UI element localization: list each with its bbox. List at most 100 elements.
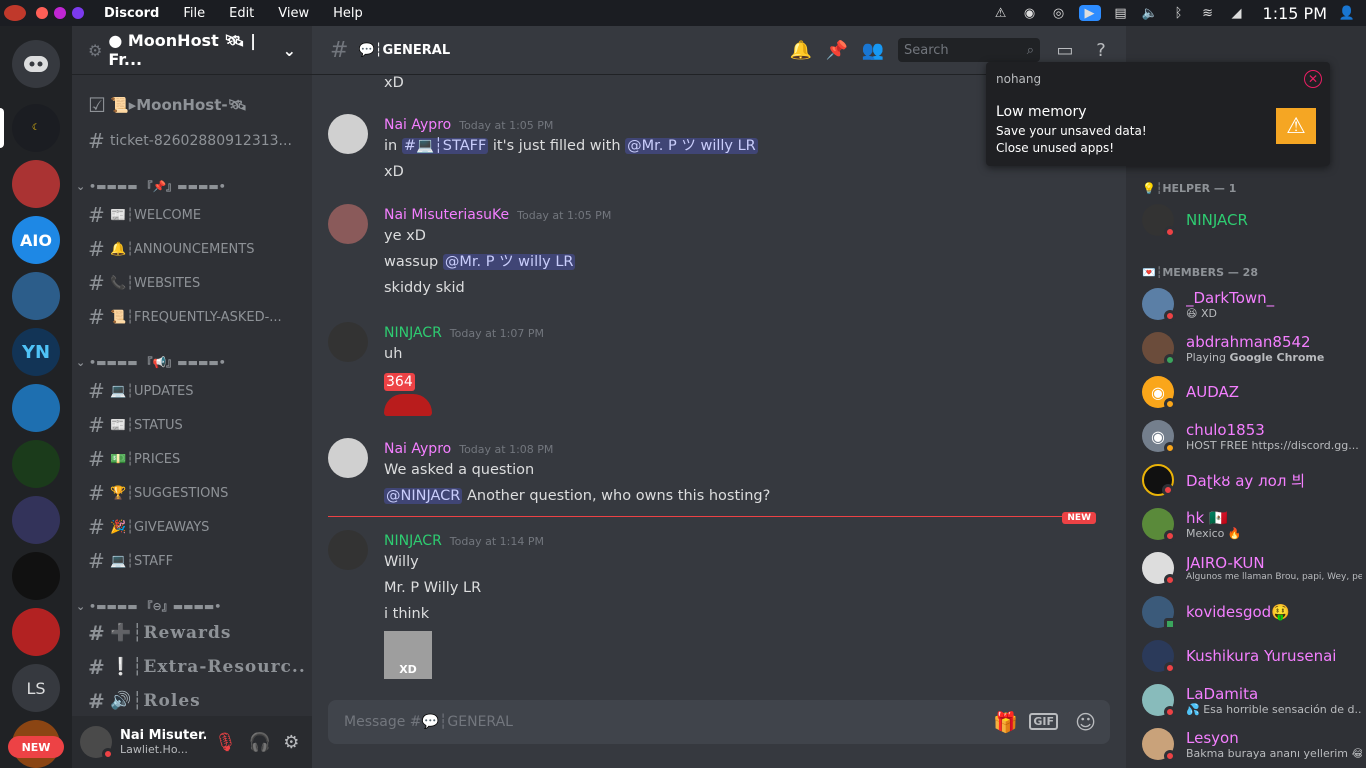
system-logo-icon[interactable] xyxy=(4,5,26,21)
member-item[interactable]: LaDamita 💦 Esa horrible sensación de d... xyxy=(1142,679,1362,721)
member-item[interactable]: ◉ chulo1853 HOST FREE https://discord.gg.… xyxy=(1142,415,1362,457)
channel-prices[interactable]: # 💵┆PRICES xyxy=(88,444,304,474)
member-item[interactable]: Daʈkȣ ay лол 븨 xyxy=(1142,459,1362,501)
channel-extra-resources[interactable]: # ❕┆Extra-Resourc... xyxy=(88,652,304,682)
xd-sticker-image[interactable]: XD xyxy=(384,631,432,679)
channel-updates[interactable]: # 💻┆UPDATES xyxy=(88,376,304,406)
message-timestamp: Today at 1:05 PM xyxy=(459,119,554,132)
channel-mention[interactable]: #💻┆STAFF xyxy=(401,138,489,154)
menu-file[interactable]: File xyxy=(183,6,205,21)
category-news[interactable]: ⌄ •▬▬▬▬ 『📢』▬▬▬▬• xyxy=(76,354,226,370)
bluetooth-icon[interactable]: ᛒ xyxy=(1170,5,1188,21)
channel-welcome[interactable]: # 📰┆WELCOME xyxy=(88,200,304,230)
message-author[interactable]: NINJACR xyxy=(384,325,442,341)
server-aio[interactable]: AIO xyxy=(12,216,60,264)
member-item[interactable]: NINJACR xyxy=(1142,199,1362,241)
server-yn[interactable]: YN xyxy=(12,328,60,376)
server-9[interactable] xyxy=(12,552,60,600)
avatar[interactable] xyxy=(328,204,368,244)
menu-app-name[interactable]: Discord xyxy=(104,6,159,21)
channel-ticket[interactable]: # ticket-82602880912313... xyxy=(88,126,304,156)
channel-rewards[interactable]: # ➕┆Rewards xyxy=(88,618,304,648)
member-item[interactable]: _DarkTown_ 😆 XD xyxy=(1142,283,1362,325)
headphones-icon[interactable]: 🎧 xyxy=(249,732,271,753)
member-item[interactable]: Lesyon Bakma buraya ananı yellerim 😂 xyxy=(1142,723,1362,765)
server-2[interactable] xyxy=(12,160,60,208)
guild-header[interactable]: ⚙ ● MoonHost 🛰 | Fr... ⌄ xyxy=(72,26,312,74)
channel-faq[interactable]: # 📜┆FREQUENTLY-ASKED-... xyxy=(88,302,304,332)
user-mention[interactable]: @Mr. P ツ willy LR xyxy=(442,254,576,270)
channel-giveaways[interactable]: # 🎉┆GIVEAWAYS xyxy=(88,512,304,542)
member-item[interactable]: hk 🇲🇽 Mexico 🔥 xyxy=(1142,503,1362,545)
channel-moonhost[interactable]: ☑ 📜▸MoonHost-🛰 xyxy=(88,90,304,120)
red-emoji-image[interactable] xyxy=(384,394,432,416)
inbox-icon[interactable]: ▭ xyxy=(1054,39,1076,61)
pin-icon[interactable]: 📌 xyxy=(826,39,848,61)
avatar[interactable] xyxy=(328,322,368,362)
mute-mic-icon[interactable]: 🎙 xyxy=(214,732,237,753)
channel-status[interactable]: # 📰┆STATUS xyxy=(88,410,304,440)
notification-bell-icon[interactable]: 🔔 xyxy=(790,39,812,61)
emoji-364[interactable]: 364 xyxy=(384,373,415,391)
member-item[interactable]: JAIRO-KUN Algunos me llaman Brou, papi, W… xyxy=(1142,547,1362,589)
window-maximize-dot[interactable] xyxy=(72,7,84,19)
member-item[interactable]: abdrahman8542 Playing Google Chrome xyxy=(1142,327,1362,369)
guild-gear-icon: ⚙ xyxy=(88,40,103,60)
gift-icon[interactable]: 🎁 xyxy=(993,710,1018,734)
channel-staff[interactable]: # 💻┆STAFF xyxy=(88,546,304,576)
search-input[interactable]: Search ⌕ xyxy=(898,38,1040,62)
gif-icon[interactable]: GIF xyxy=(1029,713,1058,730)
window-close-dot[interactable] xyxy=(36,7,48,19)
alert-icon[interactable]: ⚠ xyxy=(992,5,1010,21)
user-account-icon[interactable]: 👤 xyxy=(1338,5,1356,21)
category-pinned[interactable]: ⌄ •▬▬▬▬ 『📌』▬▬▬▬• xyxy=(76,178,226,194)
server-ls[interactable]: LS xyxy=(12,664,60,712)
clipboard-icon[interactable]: ▤ xyxy=(1112,5,1130,21)
user-settings-gear-icon[interactable]: ⚙ xyxy=(283,732,299,753)
user-mention[interactable]: @NINJACR xyxy=(384,488,463,504)
server-7[interactable] xyxy=(12,440,60,488)
discord-tray-icon[interactable]: ◉ xyxy=(1021,5,1039,21)
avatar[interactable] xyxy=(80,726,114,760)
avatar xyxy=(1142,508,1176,542)
message-author[interactable]: Nai MisuteriasuKe xyxy=(384,207,509,223)
message-author[interactable]: Nai Aypro xyxy=(384,441,451,457)
clock[interactable]: 1:15 PM xyxy=(1263,4,1327,23)
menu-view[interactable]: View xyxy=(278,6,309,21)
message-author[interactable]: NINJACR xyxy=(384,533,442,549)
wifi-icon[interactable]: ≋ xyxy=(1199,5,1217,21)
member-item[interactable]: Kushikura Yurusenai xyxy=(1142,635,1362,677)
new-servers-badge[interactable]: NEW xyxy=(8,736,64,758)
emoji-picker-icon[interactable]: ☺ xyxy=(1075,710,1096,734)
channel-announcements[interactable]: # 🔔┆ANNOUNCEMENTS xyxy=(88,234,304,264)
channel-suggestions[interactable]: # 🏆┆SUGGESTIONS xyxy=(88,478,304,508)
avatar[interactable] xyxy=(328,114,368,154)
member-list-icon[interactable]: 👥 xyxy=(862,39,884,61)
menu-help[interactable]: Help xyxy=(333,6,363,21)
server-moonhost[interactable]: ☾ xyxy=(12,104,60,152)
menu-edit[interactable]: Edit xyxy=(229,6,254,21)
app-tray-icon[interactable]: ◎ xyxy=(1050,5,1068,21)
server-4[interactable] xyxy=(12,272,60,320)
category-extra[interactable]: ⌄ •▬▬▬▬ 『⊖』▬▬▬▬• xyxy=(76,598,221,614)
avatar[interactable] xyxy=(328,438,368,478)
help-icon[interactable]: ? xyxy=(1090,39,1112,61)
low-memory-notification[interactable]: nohang ✕ Low memory Save your unsaved da… xyxy=(986,62,1330,166)
message-author[interactable]: Nai Aypro xyxy=(384,117,451,133)
home-button[interactable] xyxy=(12,40,60,88)
channel-roles[interactable]: # 🔊┆Roles xyxy=(88,686,304,716)
window-minimize-dot[interactable] xyxy=(54,7,66,19)
server-6[interactable] xyxy=(12,384,60,432)
volume-icon[interactable]: 🔈 xyxy=(1141,5,1159,21)
message-input[interactable]: Message #💬┆GENERAL 🎁 GIF ☺ xyxy=(328,700,1110,744)
avatar[interactable] xyxy=(328,530,368,570)
close-icon[interactable]: ✕ xyxy=(1304,70,1322,88)
member-item[interactable]: ◉ AUDAZ xyxy=(1142,371,1362,413)
zoom-icon[interactable]: ▶ xyxy=(1078,5,1101,21)
server-10[interactable] xyxy=(12,608,60,656)
network-icon[interactable]: ◢ xyxy=(1228,5,1246,21)
member-item[interactable]: kovidesgod🤑 xyxy=(1142,591,1362,633)
server-8[interactable] xyxy=(12,496,60,544)
channel-websites[interactable]: # 📞┆WEBSITES xyxy=(88,268,304,298)
user-mention[interactable]: @Mr. P ツ willy LR xyxy=(625,138,758,154)
